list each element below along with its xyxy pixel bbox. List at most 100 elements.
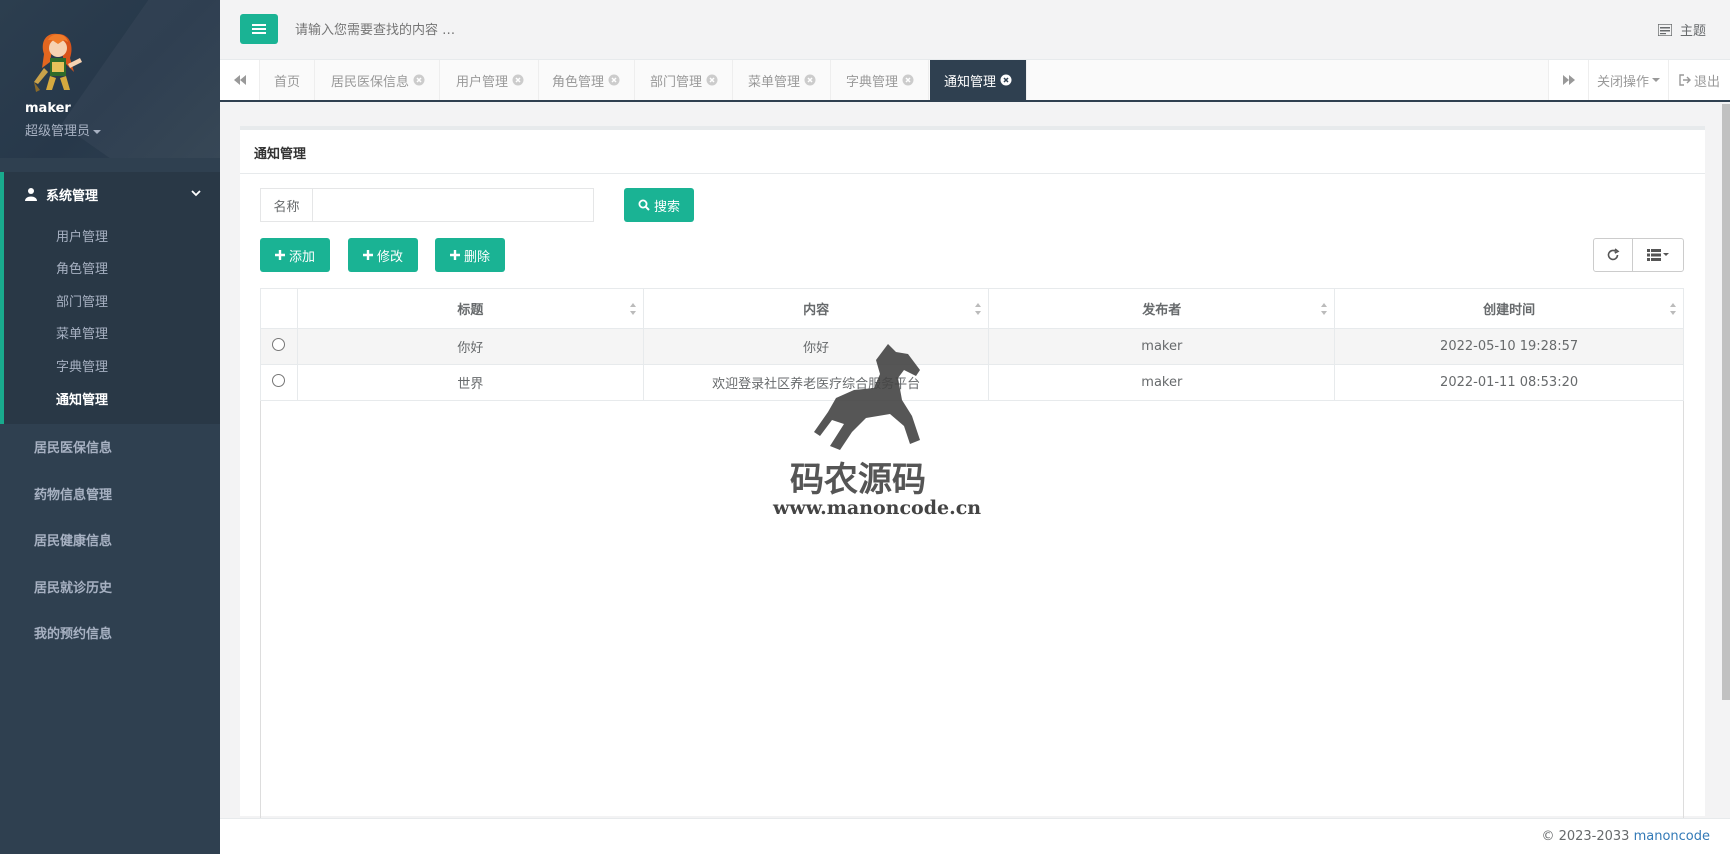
sidebar-item-roles[interactable]: 角色管理: [56, 258, 206, 280]
footer-link[interactable]: manoncode: [1634, 829, 1710, 844]
close-circle-icon[interactable]: [413, 74, 425, 86]
hamburger-icon: [252, 24, 266, 34]
edit-button[interactable]: 修改: [348, 238, 418, 272]
footer-copyright: © 2023-2033 manoncode: [1541, 829, 1710, 844]
name-search-input[interactable]: [313, 189, 593, 221]
cell-content: 欢迎登录社区养老医疗综合服务平台: [642, 364, 990, 401]
column-header-label: 内容: [803, 303, 830, 318]
close-circle-icon[interactable]: [706, 74, 718, 86]
close-circle-icon[interactable]: [608, 74, 620, 86]
columns-dropdown-button[interactable]: [1632, 238, 1684, 272]
close-operations-label: 关闭操作: [1596, 74, 1649, 90]
column-header-publisher[interactable]: 发布者: [988, 288, 1336, 329]
close-circle-icon[interactable]: [804, 74, 816, 86]
tab-departments[interactable]: 部门管理: [636, 60, 734, 100]
close-operations-dropdown[interactable]: 关闭操作: [1588, 60, 1668, 100]
tab-menus[interactable]: 菜单管理: [734, 60, 832, 100]
tab-label: 菜单管理: [748, 74, 801, 90]
sort-icon: [629, 303, 636, 315]
row-radio[interactable]: [272, 374, 286, 387]
theme-icon: [1657, 23, 1672, 36]
column-header-created[interactable]: 创建时间: [1334, 288, 1684, 329]
tab-home[interactable]: 首页: [260, 60, 316, 100]
chevron-down-icon: [191, 190, 201, 197]
footer: © 2023-2033 manoncode: [220, 818, 1730, 854]
search-button[interactable]: 搜索: [624, 188, 694, 222]
column-header-label: 发布者: [1142, 303, 1182, 318]
plus-icon: [449, 250, 460, 260]
column-header-title[interactable]: 标题: [296, 288, 644, 329]
tab-label: 部门管理: [650, 74, 703, 90]
tab-roles[interactable]: 角色管理: [538, 60, 636, 100]
sidebar-item-visit-history[interactable]: 居民就诊历史: [34, 577, 204, 601]
close-circle-icon[interactable]: [512, 74, 524, 86]
tab-label: 字典管理: [846, 74, 899, 90]
nav-group-label: 系统管理: [46, 188, 99, 204]
cell-publisher: maker: [988, 328, 1336, 365]
user-role-label: 超级管理员: [25, 124, 91, 139]
name-search-group: 名称: [260, 188, 594, 222]
user-role-dropdown[interactable]: 超级管理员: [25, 120, 102, 139]
menu-toggle-button[interactable]: [240, 14, 278, 44]
column-header-label: 创建时间: [1483, 303, 1536, 318]
cell-title: 你好: [296, 328, 644, 365]
avatar[interactable]: [28, 28, 86, 98]
notice-table: 标题 内容 发布者 创建时间 你好 你好 maker 2022-05-10 19…: [260, 288, 1684, 401]
column-header-content[interactable]: 内容: [642, 288, 990, 329]
close-circle-icon[interactable]: [902, 74, 914, 86]
theme-button[interactable]: 主题: [1657, 20, 1706, 39]
tab-label: 角色管理: [552, 74, 605, 90]
user-name[interactable]: maker: [25, 101, 71, 116]
cell-content: 你好: [642, 328, 990, 365]
logout-button[interactable]: 退出: [1668, 60, 1730, 100]
theme-label: 主题: [1679, 24, 1706, 39]
sidebar-item-users[interactable]: 用户管理: [56, 226, 206, 248]
sidebar-item-notices[interactable]: 通知管理: [56, 389, 206, 411]
sort-icon: [1321, 303, 1328, 315]
sidebar-item-my-appointments[interactable]: 我的预约信息: [34, 623, 204, 647]
nav-group-system[interactable]: 系统管理: [24, 183, 204, 205]
sidebar-item-departments[interactable]: 部门管理: [56, 291, 206, 313]
watermark-title: 码农源码: [790, 460, 926, 500]
double-chevron-left-icon: [233, 75, 246, 85]
tabs-scroll-right-button[interactable]: [1548, 60, 1588, 100]
top-navbar: 主题: [220, 0, 1730, 60]
cell-created: 2022-01-11 08:53:20: [1334, 364, 1684, 401]
row-radio[interactable]: [272, 338, 286, 351]
add-button-label: 添加: [288, 249, 315, 265]
name-label: 名称: [261, 189, 313, 221]
double-chevron-right-icon: [1562, 75, 1575, 85]
add-button[interactable]: 添加: [260, 238, 330, 272]
table-row[interactable]: 世界 欢迎登录社区养老医疗综合服务平台 maker 2022-01-11 08:…: [260, 364, 1684, 401]
profile-area: maker 超级管理员: [0, 0, 220, 158]
tab-notices[interactable]: 通知管理: [930, 60, 1028, 100]
sidebar-item-menus[interactable]: 菜单管理: [56, 323, 206, 345]
table-row[interactable]: 你好 你好 maker 2022-05-10 19:28:57: [260, 328, 1684, 365]
row-select-cell: [260, 364, 298, 401]
page-scrollbar[interactable]: [1722, 104, 1730, 700]
sidebar-item-dictionary[interactable]: 字典管理: [56, 356, 206, 378]
row-select-cell: [260, 328, 298, 365]
tab-dictionary[interactable]: 字典管理: [832, 60, 930, 100]
column-header-label: 标题: [457, 303, 484, 318]
sort-icon: [1670, 303, 1676, 315]
search-icon: [638, 199, 650, 211]
tab-medical-insurance[interactable]: 居民医保信息: [317, 60, 441, 100]
cell-created: 2022-05-10 19:28:57: [1334, 328, 1684, 365]
delete-button-label: 删除: [463, 249, 490, 265]
tab-users[interactable]: 用户管理: [442, 60, 540, 100]
sidebar-item-health-info[interactable]: 居民健康信息: [34, 530, 204, 554]
tab-label: 居民医保信息: [331, 74, 410, 90]
sidebar-item-drug-info[interactable]: 药物信息管理: [34, 484, 204, 508]
search-button-label: 搜索: [653, 199, 680, 215]
global-search-input[interactable]: [295, 20, 795, 40]
logout-label: 退出: [1693, 74, 1720, 90]
delete-button[interactable]: 删除: [435, 238, 505, 272]
tab-label: 首页: [274, 74, 301, 90]
close-circle-icon[interactable]: [1000, 74, 1012, 86]
tabs-scroll-left-button[interactable]: [220, 60, 260, 100]
tabs-bar: 首页 居民医保信息 用户管理 角色管理 部门管理 菜单管理 字典管理 通知管理: [220, 60, 1730, 102]
sidebar-item-medical-insurance[interactable]: 居民医保信息: [34, 437, 204, 461]
plus-icon: [362, 250, 373, 260]
refresh-button[interactable]: [1593, 238, 1633, 272]
